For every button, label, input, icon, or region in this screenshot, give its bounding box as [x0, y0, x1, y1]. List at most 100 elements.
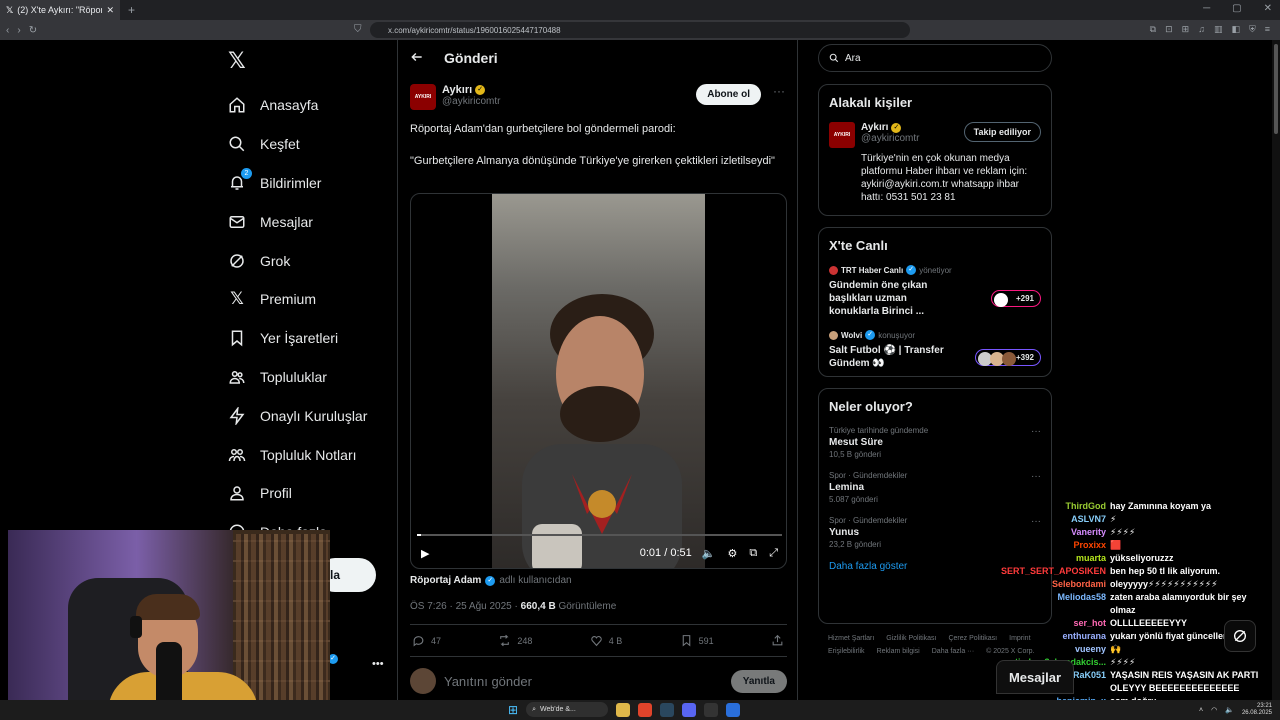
pip-icon[interactable]: ⧉	[749, 547, 757, 560]
author-handle[interactable]: @aykiricomtr	[442, 96, 501, 107]
wallet-icon[interactable]: ◧	[1231, 24, 1240, 35]
vpn-icon[interactable]: ⛨	[1249, 24, 1256, 35]
extension-icon[interactable]: ⊡	[1165, 24, 1173, 35]
app-icon[interactable]	[726, 702, 741, 717]
page-scrollbar[interactable]	[1272, 40, 1280, 700]
settings-icon[interactable]: ⚙	[727, 547, 737, 560]
back-icon[interactable]: ‹	[6, 25, 9, 36]
grok-floating-button[interactable]	[1224, 620, 1256, 652]
forward-icon[interactable]: ›	[17, 25, 20, 36]
reply-button[interactable]: 47	[412, 634, 441, 647]
chat-username[interactable]: ASLVN7	[1000, 513, 1106, 526]
footer-link[interactable]: Erişilebilirlik	[828, 645, 865, 658]
subscribe-button[interactable]: Abone ol	[696, 84, 761, 105]
address-bar[interactable]: x.com/aykiricomtr/status/196001602544717…	[370, 22, 910, 38]
nav-item-messages[interactable]: Mesajlar	[228, 202, 367, 241]
close-window-icon[interactable]: ✕	[1264, 3, 1272, 14]
windows-start-icon[interactable]: ⊞	[508, 703, 518, 717]
nav-item-premium[interactable]: 𝕏 Premium	[228, 280, 367, 319]
nav-item-notifications[interactable]: 2 Bildirimler	[228, 164, 367, 203]
nav-item-verified-orgs[interactable]: Onaylı Kuruluşlar	[228, 396, 367, 435]
trend-more-icon[interactable]: ···	[1031, 426, 1041, 459]
chat-username[interactable]: muarta	[1000, 552, 1106, 565]
search-input[interactable]: Ara	[818, 44, 1052, 72]
volume-icon[interactable]: 🔈	[702, 547, 716, 560]
nav-item-communities[interactable]: Topluluklar	[228, 358, 367, 397]
file-explorer-icon[interactable]	[616, 702, 631, 717]
account-menu-icon[interactable]: •••	[372, 658, 384, 670]
wifi-icon[interactable]: ◠	[1211, 706, 1217, 714]
extension-icon[interactable]: ⊞	[1182, 24, 1190, 35]
tray-expand-icon[interactable]: ˄	[1199, 707, 1203, 714]
author-avatar[interactable]: AYKIRI	[410, 84, 436, 110]
reload-icon[interactable]: ↻	[29, 25, 37, 36]
footer-link[interactable]: Çerez Politikası	[948, 632, 997, 645]
footer-link[interactable]: Daha fazla ···	[932, 645, 974, 658]
extension-icon[interactable]: ⧉	[1150, 24, 1156, 35]
footer-link[interactable]: Hizmet Şartları	[828, 632, 874, 645]
video-frame[interactable]	[492, 194, 705, 568]
nav-item-home[interactable]: Anasayfa	[228, 86, 367, 125]
x-logo-icon[interactable]: 𝕏	[228, 48, 246, 74]
discord-icon[interactable]	[682, 702, 697, 717]
play-icon[interactable]: ▶	[421, 547, 429, 560]
trend-item[interactable]: Türkiye tarihinde gündemde Mesut Süre 10,5…	[829, 426, 1041, 459]
chat-username[interactable]: Meliodas58	[1000, 591, 1106, 617]
chat-username[interactable]: Vanerity	[1000, 526, 1106, 539]
menu-icon[interactable]: ≡	[1265, 24, 1270, 35]
maximize-icon[interactable]: ▢	[1232, 3, 1241, 14]
bookmark-button[interactable]: 591	[680, 634, 714, 647]
new-tab-icon[interactable]: +	[128, 3, 135, 17]
video-progress-bar[interactable]	[417, 534, 782, 536]
repost-button[interactable]: 248	[498, 634, 532, 647]
close-tab-icon[interactable]: ✕	[106, 5, 114, 16]
back-arrow-icon[interactable]	[410, 50, 424, 67]
following-button[interactable]: Takip ediliyor	[963, 122, 1041, 142]
share-button[interactable]	[771, 634, 784, 647]
chat-username[interactable]: SERT_SERT_APOSIKEN	[1000, 565, 1106, 578]
like-button[interactable]: 4 B	[590, 634, 622, 647]
chat-username[interactable]: ser_hot	[1000, 617, 1106, 630]
footer-link[interactable]: Reklam bilgisi	[877, 645, 920, 658]
reply-input[interactable]: Yanıtını gönder	[444, 674, 532, 689]
footer-link[interactable]: Gizlilik Politikası	[886, 632, 936, 645]
nav-item-explore[interactable]: Keşfet	[228, 125, 367, 164]
reply-submit-button[interactable]: Yanıtla	[730, 669, 787, 693]
fullscreen-icon[interactable]: ⤢	[769, 547, 778, 560]
nav-item-profile[interactable]: Profil	[228, 474, 367, 513]
taskbar-clock[interactable]: 23:21 26.08.2025	[1242, 703, 1272, 717]
steam-icon[interactable]	[660, 702, 675, 717]
minimize-icon[interactable]: ─	[1203, 3, 1210, 14]
related-name[interactable]: Aykırı	[861, 122, 888, 133]
music-icon[interactable]: ♫	[1198, 24, 1205, 35]
scrollbar-thumb[interactable]	[1274, 44, 1278, 134]
brave-browser-icon[interactable]	[638, 702, 653, 717]
obs-icon[interactable]	[704, 702, 719, 717]
webcam-overlay	[8, 530, 330, 720]
user-avatar[interactable]	[410, 668, 436, 694]
nav-item-bookmarks[interactable]: Yer İşaretleri	[228, 319, 367, 358]
chat-username[interactable]: vueeny	[1000, 643, 1106, 656]
chat-message: Proxixx 🟥	[1000, 539, 1260, 552]
chat-username[interactable]: Proxixx	[1000, 539, 1106, 552]
browser-tab[interactable]: 𝕏 (2) X'te Aykırı: "Röportaj Adam"da... …	[0, 0, 120, 20]
messages-drawer[interactable]: Mesajlar	[996, 660, 1074, 694]
author-name[interactable]: Aykırı	[442, 84, 472, 96]
related-person[interactable]: AYKIRI Aykırı ✓ @aykiricomtr Takip ediliy…	[829, 122, 1041, 148]
post-timestamp[interactable]: ÖS 7:26 · 25 Ağu 2025 ·	[410, 601, 521, 612]
video-player[interactable]: ▶ 0:01 / 0:51 🔈 ⚙ ⧉ ⤢	[410, 193, 787, 569]
more-options-icon[interactable]: ···	[773, 84, 785, 98]
bookmark-page-icon[interactable]: ⛉	[354, 24, 362, 35]
chat-username[interactable]: ThirdGod	[1000, 500, 1107, 513]
nav-item-community-notes[interactable]: Topluluk Notları	[228, 435, 367, 474]
sidebar-icon[interactable]: ▥	[1214, 24, 1223, 35]
live-item[interactable]: Wolvi ✓ konuşuyor Salt Futbol ⚽️ | Transfe…	[829, 330, 1041, 370]
volume-icon[interactable]: 🔈	[1225, 706, 1234, 714]
video-source-name[interactable]: Röportaj Adam	[410, 575, 481, 586]
chat-username[interactable]: enthurana	[1000, 630, 1106, 643]
chat-username[interactable]: Selebordami	[1000, 578, 1106, 591]
related-avatar[interactable]: AYKIRI	[829, 122, 855, 148]
taskbar-search[interactable]: ⌕ Web'de &...	[526, 702, 609, 717]
nav-item-grok[interactable]: Grok	[228, 241, 367, 280]
live-item[interactable]: TRT Haber Canlı ✓ yönetiyor Gündemin öne ç…	[829, 265, 1041, 318]
